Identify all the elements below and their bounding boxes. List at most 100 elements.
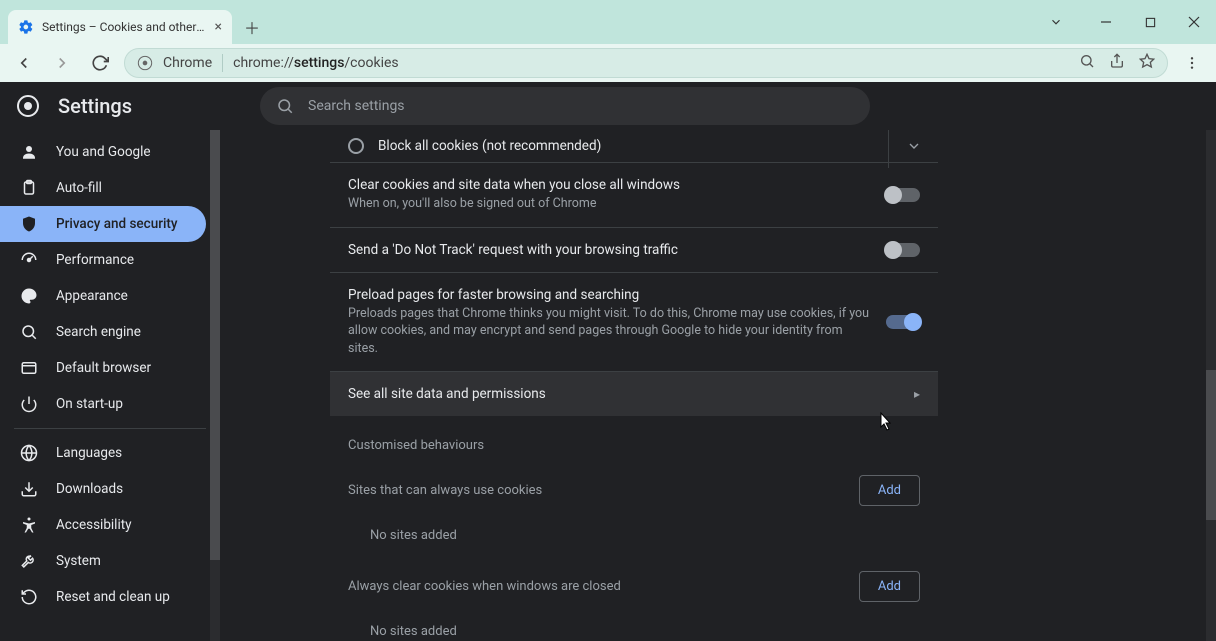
dnt-toggle[interactable] (886, 243, 920, 257)
search-icon (276, 97, 294, 115)
settings-sidebar: You and Google Auto-fill Privacy and secur… (0, 130, 220, 641)
sidebar-item-accessibility[interactable]: Accessibility (0, 507, 206, 543)
custom-behaviours-header: Customised behaviours (330, 416, 938, 461)
sidebar-item-on-start-up[interactable]: On start-up (0, 386, 206, 422)
sidebar-item-privacy-and-security[interactable]: Privacy and security (0, 206, 206, 242)
sidebar-item-label: On start-up (56, 396, 123, 412)
clear-on-close-desc: When on, you'll also be signed out of Ch… (348, 195, 872, 213)
sidebar-separator (14, 428, 206, 429)
preload-title: Preload pages for faster browsing and se… (348, 287, 872, 303)
tab-title: Settings – Cookies and other site (42, 20, 207, 34)
block-all-label: Block all cookies (not recommended) (378, 138, 874, 154)
speed-icon (20, 251, 38, 269)
page-title: Settings (58, 94, 132, 118)
minimize-button[interactable] (1084, 7, 1128, 37)
address-bar: Chrome chrome://settings/cookies (0, 44, 1216, 82)
maximize-button[interactable] (1128, 7, 1172, 37)
window-titlebar: Settings – Cookies and other site × ＋ (0, 0, 1216, 44)
settings-search[interactable] (260, 87, 870, 125)
dnt-row: Send a 'Do Not Track' request with your … (330, 227, 938, 272)
settings-search-input[interactable] (308, 98, 854, 114)
sidebar-item-appearance[interactable]: Appearance (0, 278, 206, 314)
sidebar-item-label: Accessibility (56, 517, 132, 533)
preload-toggle[interactable] (886, 315, 920, 329)
omnibox-url: chrome://settings/cookies (233, 55, 1069, 71)
sidebar-item-system[interactable]: System (0, 543, 206, 579)
browser-menu-button[interactable] (1178, 49, 1206, 77)
share-icon[interactable] (1109, 53, 1125, 73)
see-all-label: See all site data and permissions (348, 386, 900, 402)
clipboard-icon (20, 179, 38, 197)
shield-icon (20, 215, 38, 233)
settings-main: Block all cookies (not recommended) Clea… (220, 130, 1216, 641)
sidebar-item-performance[interactable]: Performance (0, 242, 206, 278)
sidebar-item-you-and-google[interactable]: You and Google (0, 134, 206, 170)
omnibox-separator (222, 54, 223, 72)
clear-on-close-toggle[interactable] (886, 188, 920, 202)
person-icon (20, 143, 38, 161)
sidebar-item-reset-and-clean-up[interactable]: Reset and clean up (0, 579, 206, 615)
sidebar-item-label: Appearance (56, 288, 128, 304)
sidebar-item-label: Performance (56, 252, 134, 268)
forward-button[interactable] (48, 49, 76, 77)
omnibox-chrome-label: Chrome (163, 55, 212, 71)
see-all-site-data-row[interactable]: See all site data and permissions ▸ (330, 371, 938, 416)
radio-icon (348, 138, 364, 154)
sidebar-item-label: You and Google (56, 144, 151, 160)
settings-header: Settings (0, 82, 1216, 130)
omnibox[interactable]: Chrome chrome://settings/cookies (124, 48, 1168, 78)
palette-icon (20, 287, 38, 305)
clear-on-close-title: Clear cookies and site data when you clo… (348, 177, 872, 193)
close-window-button[interactable] (1172, 7, 1216, 37)
sidebar-item-label: Auto-fill (56, 180, 102, 196)
window-icon (20, 359, 38, 377)
sidebar-scrollbar[interactable] (210, 130, 220, 641)
dnt-title: Send a 'Do Not Track' request with your … (348, 242, 872, 258)
wrench-icon (20, 552, 38, 570)
zoom-icon[interactable] (1079, 53, 1095, 73)
always-clear-empty: No sites added (330, 616, 938, 641)
always-allow-section: Sites that can always use cookies Add (330, 461, 938, 520)
chrome-logo-icon (16, 94, 40, 118)
close-tab-icon[interactable]: × (215, 19, 222, 35)
preload-desc: Preloads pages that Chrome thinks you mi… (348, 305, 872, 358)
bookmark-icon[interactable] (1139, 53, 1155, 73)
back-button[interactable] (10, 49, 38, 77)
add-always-clear-button[interactable]: Add (859, 571, 920, 602)
main-scrollbar[interactable] (1206, 130, 1216, 641)
preload-row: Preload pages for faster browsing and se… (330, 272, 938, 372)
tab-search-button[interactable] (1034, 7, 1078, 37)
sidebar-item-label: Default browser (56, 360, 151, 376)
chevron-down-icon (906, 138, 922, 154)
always-allow-label: Sites that can always use cookies (348, 483, 542, 498)
block-all-cookies-option[interactable]: Block all cookies (not recommended) (330, 130, 938, 162)
sidebar-item-languages[interactable]: Languages (0, 435, 206, 471)
settings-page: Settings You and Google Auto-fill Privacy … (0, 82, 1216, 641)
sidebar-item-search-engine[interactable]: Search engine (0, 314, 206, 350)
gear-icon (18, 19, 34, 35)
sidebar-item-label: Reset and clean up (56, 589, 170, 605)
expand-button[interactable] (888, 130, 938, 168)
browser-tab[interactable]: Settings – Cookies and other site × (8, 10, 232, 44)
always-allow-empty: No sites added (330, 520, 938, 557)
site-info-icon[interactable] (137, 55, 153, 71)
download-icon (20, 480, 38, 498)
sidebar-item-label: Downloads (56, 481, 123, 497)
new-tab-button[interactable]: ＋ (238, 13, 266, 41)
sidebar-item-label: Privacy and security (56, 216, 178, 232)
reload-button[interactable] (86, 49, 114, 77)
sidebar-item-default-browser[interactable]: Default browser (0, 350, 206, 386)
sidebar-item-label: Search engine (56, 324, 141, 340)
chevron-right-icon: ▸ (914, 387, 920, 401)
power-icon (20, 395, 38, 413)
sidebar-item-auto-fill[interactable]: Auto-fill (0, 170, 206, 206)
search-icon (20, 323, 38, 341)
sidebar-item-downloads[interactable]: Downloads (0, 471, 206, 507)
always-clear-label: Always clear cookies when windows are cl… (348, 579, 621, 594)
clear-on-close-row: Clear cookies and site data when you clo… (330, 162, 938, 227)
always-clear-section: Always clear cookies when windows are cl… (330, 557, 938, 616)
add-always-allow-button[interactable]: Add (859, 475, 920, 506)
sidebar-item-label: System (56, 553, 101, 569)
sidebar-item-label: Languages (56, 445, 122, 461)
globe-icon (20, 444, 38, 462)
